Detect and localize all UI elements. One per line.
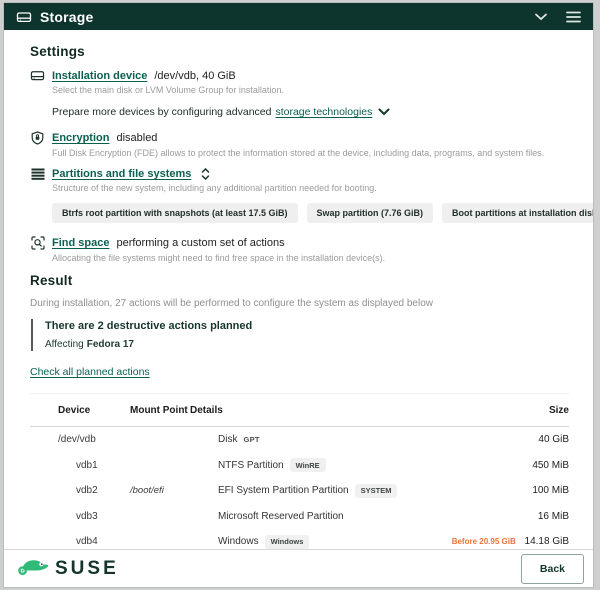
details-text: Microsoft Reserved Partition	[218, 511, 344, 522]
find-space-link[interactable]: Find space	[52, 237, 109, 249]
suse-wordmark: SUSE	[55, 558, 119, 580]
destructive-actions-alert: There are 2 destructive actions planned …	[31, 319, 569, 351]
find-space-description: Allocating the file systems might need t…	[52, 253, 569, 263]
shield-lock-icon	[30, 131, 45, 145]
btrfs-root-chip[interactable]: Btrfs root partition with snapshots (at …	[52, 203, 298, 223]
chevron-down-icon[interactable]	[534, 12, 548, 21]
sort-chevrons-icon[interactable]	[198, 168, 213, 180]
installation-device-section: Installation device /dev/vdb, 40 GiB Sel…	[30, 69, 569, 118]
chevron-down-icon[interactable]	[378, 108, 390, 116]
table-body: /dev/vdb Disk GPT 40 GiB vdb1 NTFS Parti…	[30, 427, 569, 549]
encryption-description: Full Disk Encryption (FDE) allows to pro…	[52, 148, 569, 158]
table-row: vdb4 Windows Windows Before 20.95 GiB 14…	[30, 529, 569, 549]
resize-note: Before 20.95 GiB	[452, 537, 516, 546]
table-header-row: Device Mount Point Details Size	[30, 394, 569, 427]
size-value: 450 MiB	[532, 460, 569, 471]
page-title: Storage	[40, 9, 94, 25]
partition-badge: SYSTEM	[355, 484, 398, 498]
alert-affecting-line: AffectingFedora 17	[45, 339, 569, 350]
header-mount-point: Mount Point	[130, 403, 190, 418]
swap-partition-chip[interactable]: Swap partition (7.76 GiB)	[307, 203, 434, 223]
header-size: Size	[449, 405, 569, 416]
device-name: vdb2	[30, 485, 98, 496]
affecting-target: Fedora 17	[87, 339, 134, 350]
table-row: /dev/vdb Disk GPT 40 GiB	[30, 427, 569, 453]
header-device: Device	[30, 405, 130, 416]
result-intro-text: During installation, 27 actions will be …	[30, 298, 569, 309]
footer-bar: SUSE Back	[4, 549, 593, 587]
storage-drive-icon	[16, 10, 32, 24]
encryption-section: Encryption disabled Full Disk Encryption…	[30, 131, 569, 158]
device-name: vdb3	[30, 511, 98, 522]
table-row: vdb3 Microsoft Reserved Partition 16 MiB	[30, 504, 569, 530]
header-details: Details	[190, 405, 449, 416]
size-value: 14.18 GiB	[525, 536, 569, 547]
find-space-section: Find space performing a custom set of ac…	[30, 236, 569, 263]
boot-partitions-chip[interactable]: Boot partitions at installation disk	[442, 203, 593, 223]
hard-drive-icon	[30, 69, 45, 82]
find-space-value: performing a custom set of actions	[116, 237, 284, 249]
result-table: Device Mount Point Details Size /dev/vdb…	[30, 393, 569, 549]
details-text: NTFS Partition	[218, 460, 284, 471]
check-planned-actions-link[interactable]: Check all planned actions	[30, 366, 150, 378]
partition-badge: WinRE	[290, 458, 326, 472]
prepare-devices-text: Prepare more devices by configuring adva…	[52, 106, 271, 118]
installation-device-value: /dev/vdb, 40 GiB	[154, 70, 235, 82]
size-value: 40 GiB	[538, 434, 569, 445]
table-row: vdb2 /boot/efi EFI System Partition Part…	[30, 478, 569, 504]
details-text: Windows	[218, 536, 259, 547]
partitions-description: Structure of the new system, including a…	[52, 183, 569, 193]
back-button[interactable]: Back	[521, 554, 584, 584]
installation-device-description: Select the main disk or LVM Volume Group…	[52, 85, 569, 95]
affecting-prefix: Affecting	[45, 339, 84, 350]
size-value: 16 MiB	[538, 511, 569, 522]
partition-table-tag: GPT	[243, 435, 259, 444]
partition-badge: Windows	[265, 535, 310, 549]
prepare-devices-line: Prepare more devices by configuring adva…	[52, 106, 569, 118]
partition-chips: Btrfs root partition with snapshots (at …	[52, 203, 569, 223]
size-value: 100 MiB	[532, 485, 569, 496]
find-space-magnifier-icon	[30, 236, 45, 250]
partitions-list-icon	[30, 168, 45, 180]
partitions-link[interactable]: Partitions and file systems	[52, 168, 191, 180]
device-name: /dev/vdb	[30, 434, 96, 445]
storage-technologies-link[interactable]: storage technologies	[275, 106, 372, 118]
main-content: Settings Installation device /dev/vdb, 4…	[4, 30, 593, 549]
table-row: vdb1 NTFS Partition WinRE 450 MiB	[30, 453, 569, 479]
partitions-section: Partitions and file systems Structure of…	[30, 168, 569, 223]
details-text: Disk	[218, 434, 237, 445]
header-bar: Storage	[4, 3, 593, 30]
installation-device-link[interactable]: Installation device	[52, 70, 147, 82]
suse-brand: SUSE	[17, 555, 119, 582]
details-text: EFI System Partition Partition	[218, 485, 349, 496]
encryption-link[interactable]: Encryption	[52, 132, 109, 144]
app-window: Storage Settings	[3, 2, 594, 588]
settings-heading: Settings	[30, 44, 569, 59]
device-name: vdb4	[30, 536, 98, 547]
result-heading: Result	[30, 273, 569, 288]
suse-chameleon-logo-icon	[17, 555, 50, 582]
device-name: vdb1	[30, 460, 98, 471]
mount-point: /boot/efi	[130, 485, 164, 496]
hamburger-menu-icon[interactable]	[566, 11, 581, 23]
alert-title: There are 2 destructive actions planned	[45, 320, 569, 332]
encryption-value: disabled	[116, 132, 157, 144]
